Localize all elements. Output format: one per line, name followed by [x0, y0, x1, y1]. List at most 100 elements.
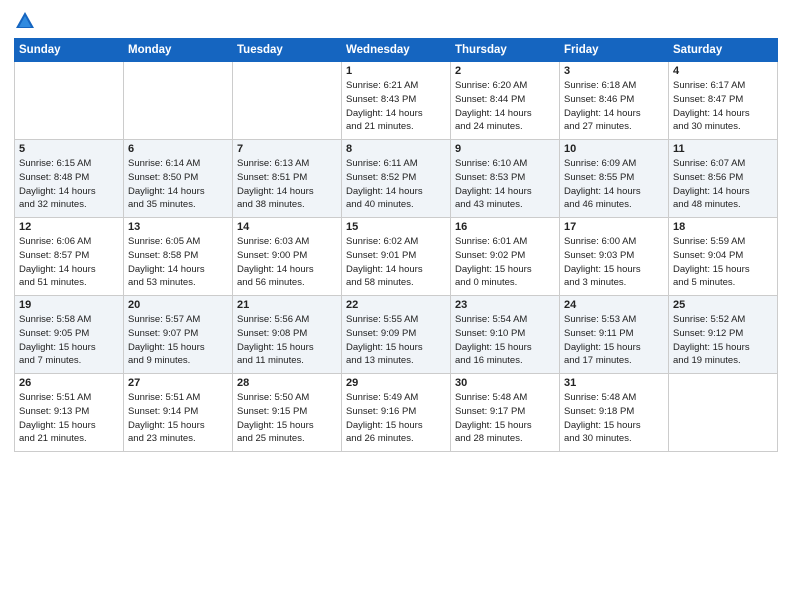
header-cell-monday: Monday [124, 39, 233, 62]
calendar-cell: 29Sunrise: 5:49 AMSunset: 9:16 PMDayligh… [342, 374, 451, 452]
day-info-line: and 27 minutes. [564, 120, 664, 134]
day-info-line: Sunset: 9:12 PM [673, 327, 773, 341]
day-info-line: and 16 minutes. [455, 354, 555, 368]
calendar-cell: 21Sunrise: 5:56 AMSunset: 9:08 PMDayligh… [233, 296, 342, 374]
day-info-line: and 3 minutes. [564, 276, 664, 290]
day-info-line: and 48 minutes. [673, 198, 773, 212]
day-info-line: Sunrise: 6:13 AM [237, 157, 337, 171]
day-number: 7 [237, 143, 337, 155]
day-info-line: and 28 minutes. [455, 432, 555, 446]
day-info: Sunrise: 6:21 AMSunset: 8:43 PMDaylight:… [346, 79, 446, 134]
day-info-line: Sunrise: 6:00 AM [564, 235, 664, 249]
day-info-line: Daylight: 15 hours [346, 341, 446, 355]
day-info-line: Daylight: 15 hours [237, 419, 337, 433]
calendar-cell: 14Sunrise: 6:03 AMSunset: 9:00 PMDayligh… [233, 218, 342, 296]
day-info: Sunrise: 5:55 AMSunset: 9:09 PMDaylight:… [346, 313, 446, 368]
day-info-line: Daylight: 15 hours [128, 419, 228, 433]
calendar-cell: 13Sunrise: 6:05 AMSunset: 8:58 PMDayligh… [124, 218, 233, 296]
calendar-cell: 22Sunrise: 5:55 AMSunset: 9:09 PMDayligh… [342, 296, 451, 374]
day-info-line: Sunrise: 5:48 AM [455, 391, 555, 405]
day-info-line: and 25 minutes. [237, 432, 337, 446]
day-info-line: Sunrise: 5:56 AM [237, 313, 337, 327]
day-info-line: and 40 minutes. [346, 198, 446, 212]
day-info-line: and 51 minutes. [19, 276, 119, 290]
day-info-line: Sunset: 8:48 PM [19, 171, 119, 185]
calendar-cell: 23Sunrise: 5:54 AMSunset: 9:10 PMDayligh… [451, 296, 560, 374]
day-info: Sunrise: 5:54 AMSunset: 9:10 PMDaylight:… [455, 313, 555, 368]
day-number: 25 [673, 299, 773, 311]
day-info: Sunrise: 5:53 AMSunset: 9:11 PMDaylight:… [564, 313, 664, 368]
day-info: Sunrise: 5:51 AMSunset: 9:14 PMDaylight:… [128, 391, 228, 446]
day-number: 24 [564, 299, 664, 311]
calendar-cell: 3Sunrise: 6:18 AMSunset: 8:46 PMDaylight… [560, 62, 669, 140]
day-info: Sunrise: 6:09 AMSunset: 8:55 PMDaylight:… [564, 157, 664, 212]
day-number: 29 [346, 377, 446, 389]
day-info: Sunrise: 6:00 AMSunset: 9:03 PMDaylight:… [564, 235, 664, 290]
day-info-line: Sunrise: 6:06 AM [19, 235, 119, 249]
day-info-line: Daylight: 14 hours [19, 263, 119, 277]
day-info-line: Sunrise: 5:51 AM [128, 391, 228, 405]
day-number: 18 [673, 221, 773, 233]
day-info: Sunrise: 5:50 AMSunset: 9:15 PMDaylight:… [237, 391, 337, 446]
header-cell-wednesday: Wednesday [342, 39, 451, 62]
day-info-line: Sunrise: 6:01 AM [455, 235, 555, 249]
day-info: Sunrise: 6:06 AMSunset: 8:57 PMDaylight:… [19, 235, 119, 290]
calendar-body: 1Sunrise: 6:21 AMSunset: 8:43 PMDaylight… [15, 62, 778, 452]
day-info-line: Sunrise: 5:52 AM [673, 313, 773, 327]
header-cell-friday: Friday [560, 39, 669, 62]
day-info-line: Sunset: 9:16 PM [346, 405, 446, 419]
day-number: 17 [564, 221, 664, 233]
day-info-line: Sunrise: 5:54 AM [455, 313, 555, 327]
day-info-line: Sunset: 8:53 PM [455, 171, 555, 185]
logo [14, 10, 40, 32]
day-info-line: Daylight: 15 hours [346, 419, 446, 433]
day-info-line: and 32 minutes. [19, 198, 119, 212]
day-info-line: Daylight: 14 hours [455, 185, 555, 199]
day-info-line: Sunrise: 5:59 AM [673, 235, 773, 249]
calendar-cell: 20 Sunrise: 5:57 AMSunset: 9:07 PMDayligh… [124, 296, 233, 374]
day-info-line: Sunset: 8:56 PM [673, 171, 773, 185]
day-info-line: Sunset: 8:57 PM [19, 249, 119, 263]
day-info-line: and 5 minutes. [673, 276, 773, 290]
day-info: Sunrise: 5:57 AMSunset: 9:07 PMDaylight:… [128, 313, 228, 368]
day-info-line: Daylight: 14 hours [564, 107, 664, 121]
day-info-line: Sunset: 9:11 PM [564, 327, 664, 341]
day-number: 10 [564, 143, 664, 155]
day-info: Sunrise: 5:51 AMSunset: 9:13 PMDaylight:… [19, 391, 119, 446]
day-info-line: and 19 minutes. [673, 354, 773, 368]
day-number: 27 [128, 377, 228, 389]
calendar-cell: 30Sunrise: 5:48 AMSunset: 9:17 PMDayligh… [451, 374, 560, 452]
day-info: Sunrise: 5:48 AMSunset: 9:18 PMDaylight:… [564, 391, 664, 446]
calendar-cell: 26Sunrise: 5:51 AMSunset: 9:13 PMDayligh… [15, 374, 124, 452]
calendar-week-4: 19Sunrise: 5:58 AMSunset: 9:05 PMDayligh… [15, 296, 778, 374]
calendar-cell: 28 Sunrise: 5:50 AMSunset: 9:15 PMDayligh… [233, 374, 342, 452]
day-info-line: Sunrise: 5:50 AM [237, 391, 337, 405]
calendar-week-5: 26Sunrise: 5:51 AMSunset: 9:13 PMDayligh… [15, 374, 778, 452]
calendar-week-2: 5Sunrise: 6:15 AMSunset: 8:48 PMDaylight… [15, 140, 778, 218]
day-info-line: Sunset: 9:02 PM [455, 249, 555, 263]
day-info-line: Daylight: 14 hours [673, 185, 773, 199]
calendar-cell: 18Sunrise: 5:59 AMSunset: 9:04 PMDayligh… [669, 218, 778, 296]
day-info-line: Sunset: 8:55 PM [564, 171, 664, 185]
day-info-line: Daylight: 14 hours [564, 185, 664, 199]
day-info-line: Sunset: 8:44 PM [455, 93, 555, 107]
day-number: 28 [237, 377, 337, 389]
day-info: Sunrise: 6:14 AMSunset: 8:50 PMDaylight:… [128, 157, 228, 212]
day-info-line: Daylight: 14 hours [237, 263, 337, 277]
day-info: Sunrise: 6:03 AMSunset: 9:00 PMDaylight:… [237, 235, 337, 290]
calendar-cell: 31Sunrise: 5:48 AMSunset: 9:18 PMDayligh… [560, 374, 669, 452]
day-info-line: Sunset: 8:43 PM [346, 93, 446, 107]
calendar-cell: 12Sunrise: 6:06 AMSunset: 8:57 PMDayligh… [15, 218, 124, 296]
day-number: 20 [128, 299, 228, 311]
calendar-cell [669, 374, 778, 452]
day-info-line: and 38 minutes. [237, 198, 337, 212]
calendar-cell: 19Sunrise: 5:58 AMSunset: 9:05 PMDayligh… [15, 296, 124, 374]
day-info-line: Sunset: 9:17 PM [455, 405, 555, 419]
calendar-cell: 11Sunrise: 6:07 AMSunset: 8:56 PMDayligh… [669, 140, 778, 218]
day-number: 5 [19, 143, 119, 155]
day-info-line: Sunrise: 6:07 AM [673, 157, 773, 171]
calendar-cell: 6 Sunrise: 6:14 AMSunset: 8:50 PMDaylight… [124, 140, 233, 218]
day-info: Sunrise: 6:17 AMSunset: 8:47 PMDaylight:… [673, 79, 773, 134]
day-number: 6 [128, 143, 228, 155]
day-info-line: Sunrise: 6:02 AM [346, 235, 446, 249]
